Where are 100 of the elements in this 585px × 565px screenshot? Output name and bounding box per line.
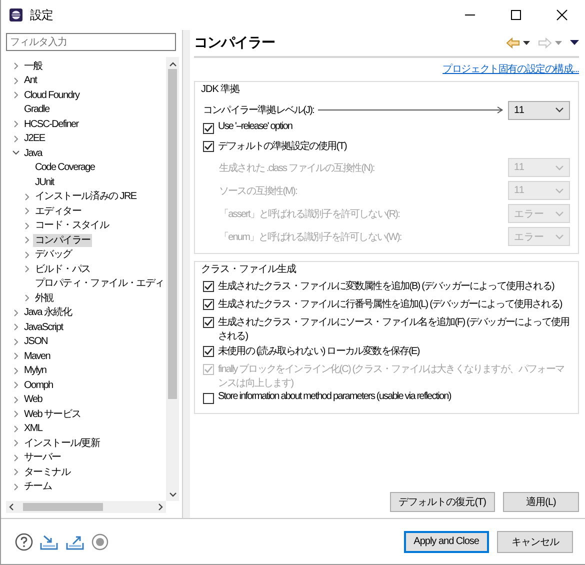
tree-item[interactable]: 一般 bbox=[22, 60, 44, 73]
chevron-right-icon[interactable] bbox=[13, 120, 19, 128]
caret-icon bbox=[555, 164, 564, 170]
chevron-right-icon[interactable] bbox=[13, 482, 19, 491]
tree-item[interactable]: Ant bbox=[22, 74, 39, 88]
checkbox-label: finally ブロックをインライン化(C) (クラス・ファイルは大きくなりますが、パフォーマンスは向上します) bbox=[218, 362, 566, 390]
checkbox[interactable] bbox=[203, 299, 214, 310]
tree-item[interactable]: チーム bbox=[22, 480, 54, 494]
chevron-right-icon[interactable] bbox=[13, 91, 19, 100]
tree-item[interactable]: Oomph bbox=[22, 378, 55, 392]
dropdown-arrow-icon[interactable] bbox=[523, 40, 530, 46]
chevron-right-icon[interactable] bbox=[24, 265, 30, 274]
tree-item[interactable]: プロパティ・ファイル・エディ bbox=[33, 277, 166, 290]
tree-item[interactable]: Code Coverage bbox=[33, 161, 97, 174]
tree-item[interactable]: サーバー bbox=[22, 451, 63, 464]
tree-item[interactable]: コンパイラー bbox=[33, 234, 92, 247]
tree-item[interactable]: Web サービス bbox=[22, 408, 83, 421]
checkbox[interactable] bbox=[203, 317, 214, 328]
tree-item[interactable]: コード・スタイル bbox=[33, 219, 111, 232]
tree-item[interactable]: インストール済みの JRE bbox=[33, 190, 138, 204]
tree-item[interactable]: Cloud Foundry bbox=[22, 88, 82, 102]
group-title: クラス・ファイル生成 bbox=[201, 263, 297, 276]
field-label: コンパイラー準拠レベル(J): bbox=[203, 104, 314, 117]
page-button[interactable]: デフォルトの復元(T) bbox=[390, 492, 495, 512]
scroll-right-icon[interactable] bbox=[158, 503, 164, 511]
record-icon[interactable] bbox=[91, 532, 109, 550]
tree-item[interactable]: XML bbox=[22, 422, 44, 436]
chevron-right-icon[interactable] bbox=[13, 366, 19, 375]
app-icon bbox=[9, 8, 23, 22]
scroll-left-icon[interactable] bbox=[8, 503, 14, 511]
chevron-right-icon[interactable] bbox=[24, 192, 30, 201]
tree-item[interactable]: デバッグ bbox=[33, 248, 74, 262]
chevron-right-icon[interactable] bbox=[13, 134, 19, 143]
checkbox-label: Use '--release' option bbox=[218, 121, 292, 132]
checkbox[interactable] bbox=[203, 393, 214, 404]
dropdown[interactable]: 11 bbox=[508, 100, 570, 120]
chevron-right-icon[interactable] bbox=[13, 454, 19, 462]
page-button[interactable]: 適用(L) bbox=[503, 492, 579, 512]
window-title: 設定 bbox=[30, 6, 53, 24]
tree-item[interactable]: HCSC-Definer bbox=[22, 118, 80, 131]
chevron-right-icon[interactable] bbox=[13, 439, 19, 448]
vertical-scrollbar[interactable] bbox=[166, 57, 179, 501]
field-label: 生成された .class ファイルの互換性(N): bbox=[219, 162, 376, 174]
chevron-right-icon[interactable] bbox=[24, 207, 30, 216]
tree-item[interactable]: 外観 bbox=[33, 292, 56, 305]
dialog-button[interactable]: キャンセル bbox=[497, 530, 573, 552]
field-label: 「enum」と呼ばれる識別子を許可しない(W): bbox=[219, 230, 402, 244]
caret-icon bbox=[555, 107, 564, 113]
caret-icon bbox=[555, 234, 564, 240]
tree-item[interactable]: ビルド・パス bbox=[33, 262, 92, 276]
chevron-right-icon[interactable] bbox=[13, 76, 19, 85]
tree-item[interactable]: Java bbox=[22, 146, 44, 160]
tree-item[interactable]: Gradle bbox=[22, 103, 52, 116]
horizontal-scrollbar[interactable] bbox=[6, 501, 166, 513]
checkbox-label: 生成されたクラス・ファイルに変数属性を追加(B) (デバッガーによって使用される) bbox=[218, 280, 554, 293]
tree-item[interactable]: インストール/更新 bbox=[22, 436, 102, 450]
tree-item[interactable]: ターミナル bbox=[22, 466, 72, 479]
caret-icon bbox=[555, 188, 564, 194]
checkbox[interactable] bbox=[203, 281, 214, 292]
import-icon[interactable] bbox=[39, 532, 59, 550]
chevron-right-icon[interactable] bbox=[24, 236, 30, 244]
dialog-button[interactable]: Apply and Close bbox=[404, 530, 489, 552]
chevron-right-icon[interactable] bbox=[13, 410, 19, 418]
checkbox[interactable] bbox=[203, 123, 214, 134]
checkbox[interactable] bbox=[203, 141, 214, 152]
view-menu-icon[interactable] bbox=[570, 40, 579, 46]
chevron-right-icon[interactable] bbox=[13, 338, 19, 346]
chevron-right-icon[interactable] bbox=[13, 396, 19, 404]
chevron-right-icon[interactable] bbox=[13, 468, 19, 476]
checkbox-label: Store information about method parameters (usable via reflection) bbox=[218, 391, 451, 402]
chevron-right-icon[interactable] bbox=[24, 294, 30, 302]
tree-item[interactable]: JUnit bbox=[33, 176, 56, 189]
chevron-right-icon[interactable] bbox=[13, 424, 19, 433]
tree-item[interactable]: Web bbox=[22, 393, 44, 406]
chevron-right-icon[interactable] bbox=[13, 352, 19, 360]
scroll-down-icon[interactable] bbox=[168, 492, 176, 498]
checkbox-label: 未使用の (読み取られない) ローカル変数を保存(E) bbox=[218, 344, 420, 358]
scroll-up-icon[interactable] bbox=[168, 61, 176, 67]
tree-item[interactable]: Maven bbox=[22, 350, 52, 363]
tree-item[interactable]: JavaScript bbox=[22, 320, 65, 334]
tree-item[interactable]: Mylyn bbox=[22, 364, 48, 378]
checkbox-label: 生成されたクラス・ファイルにソース・ファイル名を追加(F) (デバッガーによって使用される) bbox=[218, 316, 570, 343]
chevron-right-icon[interactable] bbox=[13, 381, 19, 390]
chevron-right-icon[interactable] bbox=[13, 323, 19, 332]
chevron-right-icon[interactable] bbox=[24, 222, 30, 230]
checkbox[interactable] bbox=[203, 346, 214, 357]
field-label: 「assert」と呼ばれる識別子を許可しない(R): bbox=[219, 208, 400, 220]
filter-field[interactable]: フィルタ入力 bbox=[6, 33, 176, 51]
tree-item[interactable]: Java 永続化 bbox=[22, 306, 74, 320]
tree-item[interactable]: エディター bbox=[33, 204, 84, 218]
project-settings-link[interactable]: プロジェクト固有の設定の構成... bbox=[442, 62, 579, 76]
tree-item[interactable]: JSON bbox=[22, 335, 50, 348]
checkbox-label: 生成されたクラス・ファイルに行番号属性を追加(L) (デバッガーによって使用される) bbox=[218, 298, 562, 311]
field-label: ソースの互換性(M): bbox=[219, 184, 298, 198]
chevron-right-icon[interactable] bbox=[13, 62, 19, 70]
help-icon[interactable] bbox=[15, 532, 33, 550]
chevron-right-icon[interactable] bbox=[24, 250, 30, 259]
tree-item[interactable]: J2EE bbox=[22, 132, 47, 146]
chevron-down-icon[interactable] bbox=[12, 150, 20, 156]
chevron-right-icon[interactable] bbox=[13, 308, 19, 317]
